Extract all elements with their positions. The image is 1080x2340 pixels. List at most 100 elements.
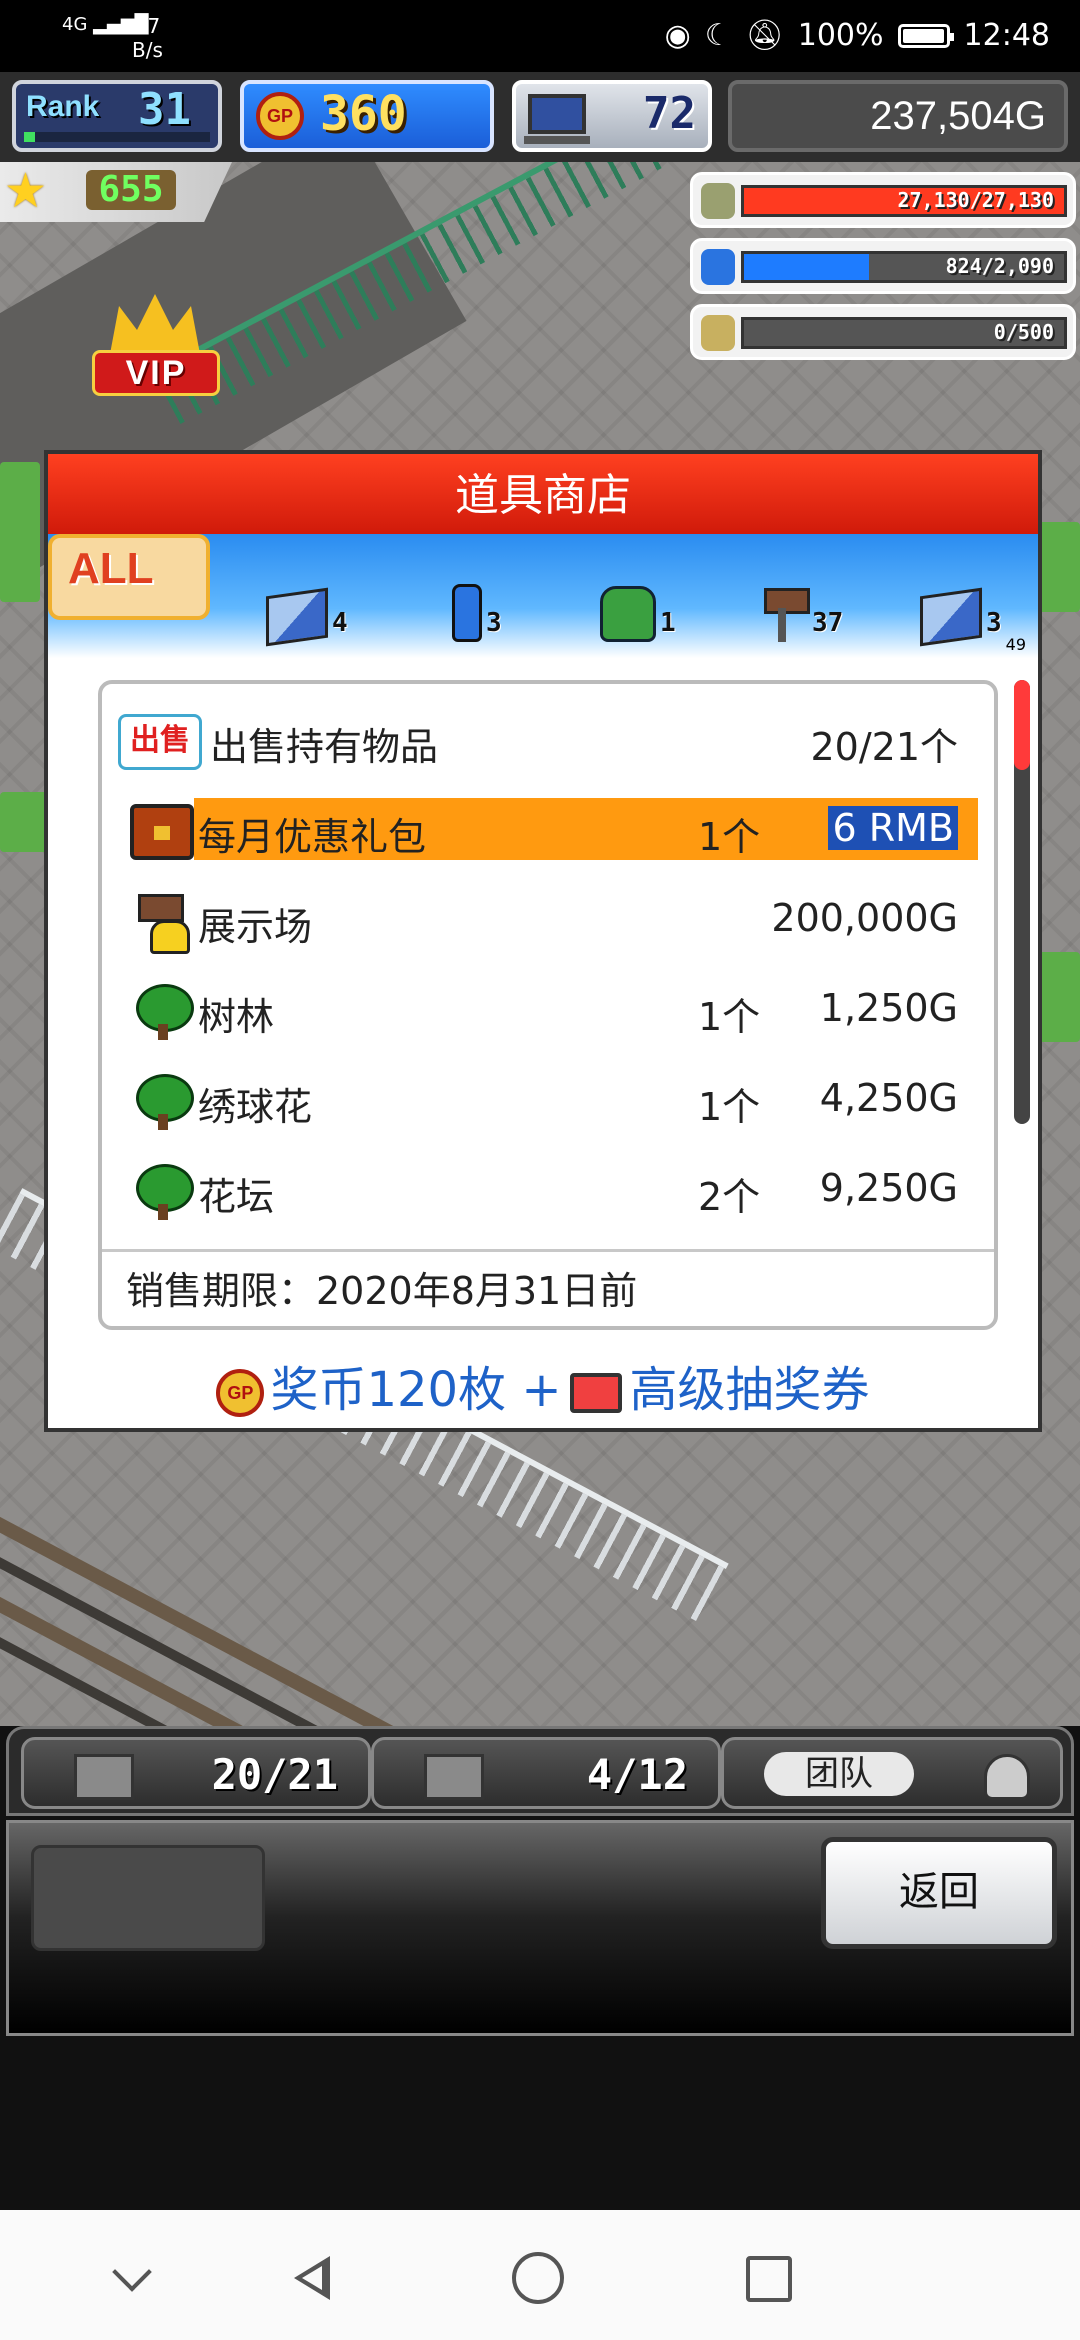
tab-bags[interactable]: 1 (600, 564, 676, 642)
rank-badge[interactable]: Rank 31 (12, 80, 222, 152)
tab-blocks-2[interactable]: 3 (920, 564, 1002, 647)
bottom-tabs: 20/21 4/12 团队 (6, 1726, 1074, 1816)
tab-blocks[interactable]: 4 (266, 564, 348, 647)
tab-all-label: ALL (68, 544, 154, 593)
tab-all[interactable]: ALL 49 (48, 534, 1026, 654)
list-item[interactable]: 树林 1个 1,250G (118, 970, 978, 1048)
item-qty: 1个 (698, 995, 761, 1039)
clock: 12:48 (963, 18, 1050, 53)
garage-tab[interactable]: 4/12 (371, 1737, 721, 1809)
tree-icon (130, 1164, 194, 1220)
resource-fill (744, 254, 869, 280)
star-badge[interactable]: ★ 655 (0, 162, 232, 222)
scrollbar[interactable] (1014, 680, 1030, 1124)
item-qty: 1个 (698, 1085, 761, 1129)
reward-line: GP 奖币120枚 + 高级抽奖券 (48, 1350, 1038, 1420)
shop-title: 道具商店 (48, 454, 1038, 538)
garage-icon (424, 1754, 484, 1800)
tab-count: 1 (660, 608, 676, 638)
money-value: 237,504G (870, 94, 1046, 138)
list-item[interactable]: 每月优惠礼包 1个 6 RMB (118, 790, 978, 868)
research-counter[interactable]: 72 (512, 80, 712, 152)
navigation-bar (0, 2210, 1080, 2340)
sell-count: 20/21个 (810, 725, 958, 769)
list-item[interactable]: 绣球花 1个 4,250G (118, 1060, 978, 1138)
shop-item-list: 出售 出售持有物品 20/21个 每月优惠礼包 1个 6 RMB 展示场 200… (98, 680, 998, 1330)
item-qty: 2个 (698, 1175, 761, 1219)
tab-facilities[interactable]: 37 (760, 564, 843, 642)
list-item[interactable]: 展示场 200,000G (118, 880, 978, 958)
item-name: 树林 (198, 995, 275, 1039)
bottle-icon (452, 584, 482, 642)
divider (102, 1249, 994, 1252)
back-button[interactable]: 返回 (821, 1837, 1057, 1949)
reward-coins: 奖币120枚 + (270, 1362, 562, 1418)
computer-icon (524, 94, 590, 144)
scroll-thumb[interactable] (1014, 680, 1030, 770)
resource-bar-wheat: 0/500 (690, 304, 1076, 360)
item-price: 6 RMB (828, 806, 958, 850)
eye-icon: ◉ (664, 18, 691, 53)
action-bar: 返回 (6, 1820, 1074, 2036)
item-shop-dialog: 道具商店 ALL 49 4 3 1 37 3 出售 出售持有物品 20/21个 … (44, 450, 1042, 1432)
sell-label: 出售持有物品 (210, 725, 439, 769)
garage-count: 4/12 (586, 1750, 688, 1799)
tab-count: 3 (986, 608, 1002, 638)
status-bar: 4G ▂▄▆█ 97 B/s ◉ ☾ 🔕︎ 100% 12:48 (0, 0, 1080, 72)
rank-progress (24, 132, 210, 142)
vip-label: VIP (92, 350, 220, 396)
research-value: 72 (643, 88, 696, 139)
resource-text: 824/2,090 (945, 254, 1054, 278)
list-item[interactable]: 花坛 2个 9,250G (118, 1150, 978, 1228)
green-bag-icon (600, 586, 656, 642)
resource-bar-water: 824/2,090 (690, 238, 1076, 294)
tree-icon (130, 1074, 194, 1130)
tree-icon (130, 984, 194, 1040)
team-tab[interactable]: 团队 (721, 1737, 1063, 1809)
bottom-panel: 20/21 4/12 团队 返回 (0, 1726, 1080, 2210)
star-value: 655 (86, 170, 176, 210)
chevron-down-icon[interactable] (106, 2250, 162, 2306)
rank-value: 31 (138, 84, 191, 135)
storage-count: 20/21 (211, 1750, 338, 1799)
item-name: 展示场 (198, 905, 313, 949)
tab-bottles[interactable]: 3 (452, 564, 502, 642)
gp-value: 360 (320, 86, 407, 142)
back-triangle-icon[interactable] (286, 2250, 342, 2306)
reward-ticket: 高级抽奖券 (629, 1362, 870, 1418)
tab-count: 4 (332, 608, 348, 638)
money-display: 237,504G (728, 80, 1068, 152)
gp-counter[interactable]: GP 360 (240, 80, 494, 152)
storage-box-icon (74, 1754, 134, 1800)
empty-slot (31, 1845, 265, 1951)
wheat-icon (701, 315, 735, 351)
item-price: 9,250G (819, 1166, 958, 1210)
category-tabs: ALL 49 4 3 1 37 3 (48, 534, 1038, 658)
storage-tab[interactable]: 20/21 (21, 1737, 371, 1809)
battery-percent: 100% (797, 18, 884, 53)
mute-bell-icon: 🔕︎ (745, 18, 784, 53)
tab-count: 3 (486, 608, 502, 638)
team-label: 团队 (764, 1752, 914, 1796)
top-hud: Rank 31 GP 360 72 237,504G (0, 72, 1080, 162)
item-qty: 1个 (698, 815, 761, 859)
home-circle-icon[interactable] (512, 2252, 564, 2304)
blue-cube-icon (920, 587, 982, 647)
item-price: 4,250G (819, 1076, 958, 1120)
bell-sign-icon (130, 894, 194, 954)
item-price: 200,000G (771, 896, 958, 940)
battery-icon (897, 23, 954, 48)
coin-stack-icon (701, 183, 735, 219)
item-name: 花坛 (198, 1175, 275, 1219)
rank-label: Rank (26, 90, 100, 123)
person-icon (984, 1754, 1030, 1800)
vip-button[interactable]: VIP (92, 294, 220, 406)
crown-icon (110, 294, 200, 354)
tab-count: 37 (812, 608, 844, 638)
recents-square-icon[interactable] (746, 2256, 792, 2302)
moon-icon: ☾ (704, 18, 732, 53)
item-name: 每月优惠礼包 (198, 815, 427, 859)
net-speed: 97 B/s (132, 14, 163, 62)
water-bottle-icon (701, 249, 735, 285)
sell-items-row[interactable]: 出售 出售持有物品 20/21个 (118, 700, 978, 778)
